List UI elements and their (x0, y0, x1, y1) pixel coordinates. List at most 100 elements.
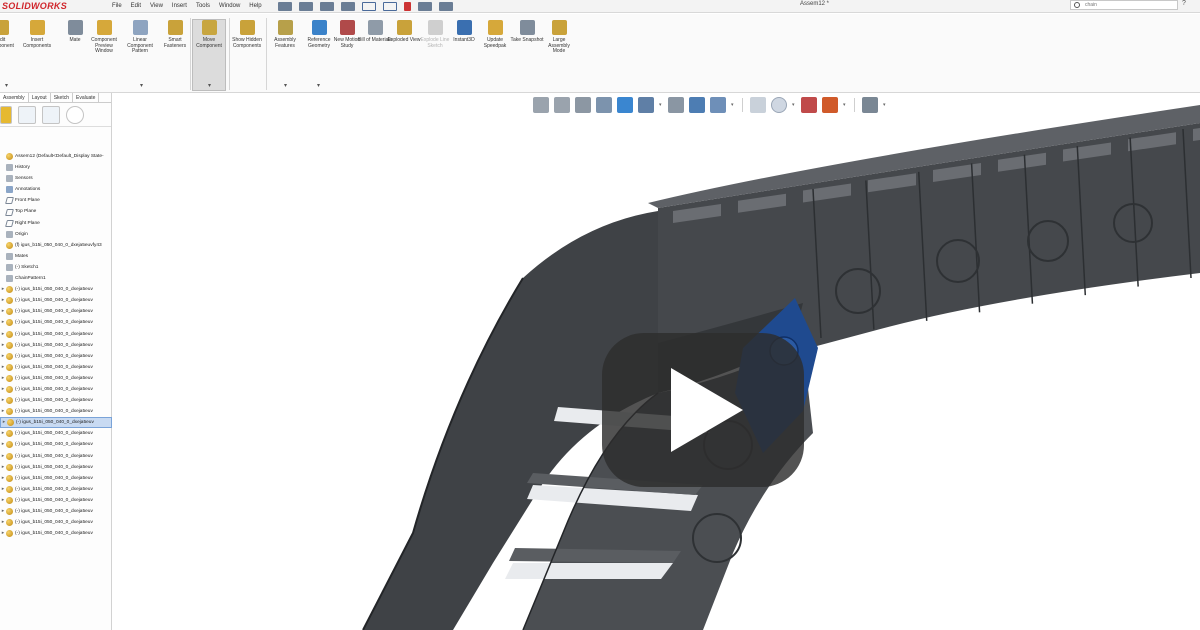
geometry-caret-chevron-down-icon[interactable]: ▾ (317, 82, 320, 89)
view-settings-icon[interactable] (750, 97, 766, 113)
feature-manager-icon[interactable] (18, 105, 36, 124)
tree-item[interactable]: ▸ (-) igus_b15i_050_040_0_dxeja5euv (0, 373, 112, 384)
chevron-down-icon[interactable]: ▾ (659, 102, 663, 108)
config-manager-icon[interactable] (0, 105, 12, 124)
update-speedpak-button[interactable]: Update Speedpak (478, 20, 512, 49)
undo-icon[interactable] (361, 1, 376, 11)
take-snapshot-button[interactable]: Take Snapshot (510, 20, 544, 44)
realview-icon[interactable] (771, 97, 787, 113)
dimxpert-icon[interactable] (66, 105, 84, 124)
zoom-to-fit-icon[interactable] (533, 97, 549, 113)
tree-item[interactable]: ▸ (-) igus_b15i_050_040_0_dxeja5euv (0, 484, 112, 495)
move-component-button[interactable]: Move Component (192, 19, 226, 91)
display-style-icon[interactable] (638, 97, 654, 113)
section-view-icon[interactable] (596, 97, 612, 113)
tree-item[interactable]: ▸ (-) igus_b15i_050_040_0_dxeja5euv (0, 395, 112, 406)
search-input[interactable]: chain (1070, 0, 1178, 10)
component-preview-window-button[interactable]: Component Preview Window (87, 20, 121, 55)
display-monitor-icon[interactable] (862, 97, 878, 113)
options-gear-icon[interactable] (438, 1, 453, 11)
move-caret-chevron-down-icon[interactable]: ▾ (208, 82, 211, 89)
tree-item[interactable]: ▸ (-) igus_b15i_050_040_0_dxeja5euv (0, 517, 112, 528)
rebuild-icon[interactable] (403, 1, 411, 11)
tree-item[interactable]: ▸ (-) igus_b15i_050_040_0_dxeja5euv (0, 384, 112, 395)
appearance-sphere-icon[interactable] (801, 97, 817, 113)
scene-icon[interactable] (822, 97, 838, 113)
tree-item[interactable]: Sensors (0, 173, 112, 184)
tab-assembly[interactable]: Assembly (0, 93, 29, 102)
menu-edit[interactable]: Edit (131, 3, 141, 9)
file-properties-icon[interactable] (417, 1, 432, 11)
exploded-view-button[interactable]: Exploded View (387, 20, 421, 44)
tree-item[interactable]: ▸ (-) igus_b15i_050_040_0_dxeja5euv (0, 284, 112, 295)
chevron-down-icon[interactable]: ▾ (843, 102, 847, 108)
tree-item[interactable]: ▸ (-) igus_b15i_050_040_0_dxeja5euv (0, 473, 112, 484)
menu-view[interactable]: View (150, 3, 163, 9)
tree-item[interactable]: ▸ (-) igus_b15i_050_040_0_dxeja5euv (0, 317, 112, 328)
tab-sketch[interactable]: Sketch (51, 93, 73, 102)
tree-item[interactable]: Right Plane (0, 218, 112, 229)
tree-item[interactable]: ▸ (-) igus_b15i_050_040_0_dxeja5euv (0, 329, 112, 340)
property-manager-icon[interactable] (42, 105, 60, 124)
tree-item[interactable]: Top Plane (0, 206, 112, 217)
tree-item[interactable]: History (0, 162, 112, 173)
show-hidden-components-button[interactable]: Show Hidden Components (230, 20, 264, 49)
tree-item[interactable]: (-) Sketch1 (0, 262, 112, 273)
tab-layout[interactable]: Layout (29, 93, 51, 102)
new-document-icon[interactable] (277, 1, 292, 11)
tree-item[interactable]: ▸ (-) igus_b15i_050_040_0_dxeja5euv (0, 439, 112, 450)
tree-item[interactable]: ▸ (-) igus_b15i_050_040_0_dxeja5euv (0, 417, 112, 429)
zoom-to-area-icon[interactable] (554, 97, 570, 113)
tree-item[interactable]: Front Plane (0, 195, 112, 206)
graphics-area[interactable]: ▾ ▾ ▾ ▾ ▾ (113, 93, 1200, 630)
tree-item[interactable]: ChainPattern1 (0, 273, 112, 284)
instant3d-button[interactable]: Instant3D (447, 20, 481, 44)
smart-fasteners-button[interactable]: Smart Fasteners (158, 20, 192, 49)
previous-view-icon[interactable] (575, 97, 591, 113)
tree-item[interactable]: ▸ (-) igus_b15i_050_040_0_dxeja5euv (0, 340, 112, 351)
video-play-button[interactable] (602, 333, 804, 487)
help-button[interactable]: ? (1182, 0, 1186, 7)
chevron-down-icon[interactable]: ▾ (883, 102, 887, 108)
linear-component-pattern-button[interactable]: Linear Component Pattern (123, 20, 157, 55)
tree-item[interactable]: (f) igus_b15i_050_040_0_dxeja5euvfy43 (0, 240, 112, 251)
tree-item[interactable]: ▸ (-) igus_b15i_050_040_0_dxeja5euv (0, 451, 112, 462)
open-icon[interactable] (298, 1, 313, 11)
tree-item[interactable]: ▸ (-) igus_b15i_050_040_0_dxeja5euv (0, 295, 112, 306)
menu-window[interactable]: Window (219, 3, 240, 9)
menu-help[interactable]: Help (249, 3, 261, 9)
tree-item[interactable]: ▸ (-) igus_b15i_050_040_0_dxeja5euv (0, 495, 112, 506)
menu-file[interactable]: File (112, 3, 122, 9)
tree-item[interactable]: ▸ (-) igus_b15i_050_040_0_dxeja5euv (0, 306, 112, 317)
large-assembly-mode-button[interactable]: Large Assembly Mode (542, 20, 576, 55)
edit-component-caret-chevron-down-icon[interactable]: ▾ (5, 82, 8, 89)
tree-item[interactable]: Annotations (0, 184, 112, 195)
edit-appearance-icon[interactable] (689, 97, 705, 113)
features-caret-chevron-down-icon[interactable]: ▾ (284, 82, 287, 89)
assembly-features-button[interactable]: Assembly Features (268, 20, 302, 49)
tree-item[interactable]: Origin (0, 229, 112, 240)
print-icon[interactable] (340, 1, 355, 11)
tree-item[interactable]: ▸ (-) igus_b15i_050_040_0_dxeja5euv (0, 351, 112, 362)
tree-item[interactable]: ▸ (-) igus_b15i_050_040_0_dxeja5euv (0, 428, 112, 439)
tree-item[interactable]: ▸ (-) igus_b15i_050_040_0_dxeja5euv (0, 362, 112, 373)
tree-item[interactable]: ▸ (-) igus_b15i_050_040_0_dxeja5euv (0, 462, 112, 473)
tree-item[interactable]: Mates (0, 251, 112, 262)
chevron-down-icon[interactable]: ▾ (792, 102, 796, 108)
tree-item[interactable]: Assem12 (Default<Default_Display State- (0, 151, 112, 162)
pattern-caret-chevron-down-icon[interactable]: ▾ (140, 82, 143, 89)
view-orientation-icon[interactable] (617, 97, 633, 113)
solidworks-logo[interactable]: SOLIDWORKS (0, 1, 112, 11)
edit-component-button[interactable]: Edit Component (0, 20, 18, 49)
chevron-down-icon[interactable]: ▾ (731, 102, 735, 108)
tree-item[interactable]: ▸ (-) igus_b15i_050_040_0_dxeja5euv (0, 506, 112, 517)
menu-insert[interactable]: Insert (172, 3, 187, 9)
hide-show-items-icon[interactable] (668, 97, 684, 113)
insert-components-button[interactable]: Insert Components (20, 20, 54, 49)
save-icon[interactable] (319, 1, 334, 11)
menu-tools[interactable]: Tools (196, 3, 210, 9)
select-icon[interactable] (382, 1, 397, 11)
apply-scene-icon[interactable] (710, 97, 726, 113)
tree-item[interactable]: ▸ (-) igus_b15i_050_040_0_dxeja5euv (0, 406, 112, 417)
tab-evaluate[interactable]: Evaluate (73, 93, 100, 102)
